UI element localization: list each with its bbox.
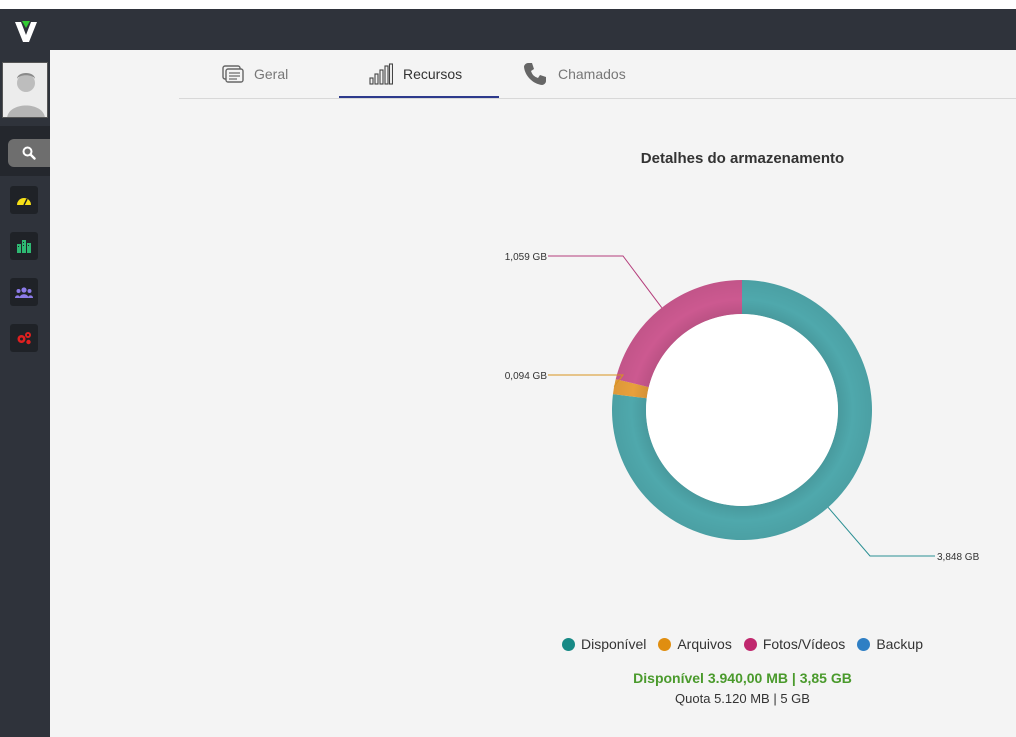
legend-dot <box>857 637 871 651</box>
legend-dot <box>743 637 757 651</box>
leader-line-disponivel <box>827 507 935 557</box>
storage-donut-chart: 3,848 GB 0,094 GB 1,059 GB <box>505 252 980 563</box>
leader-line-arquivos <box>548 374 625 387</box>
legend-label: Arquivos <box>677 636 732 652</box>
donut-hole <box>646 314 838 506</box>
data-label-disponivel: 3,848 GB <box>937 552 980 563</box>
legend-item-fotos-videos[interactable]: Fotos/Vídeos <box>743 636 846 652</box>
legend-label: Disponível <box>580 636 647 652</box>
chart-legend: Disponível Arquivos Fotos/Vídeos Backup <box>520 636 965 652</box>
data-label-arquivos: 0,094 GB <box>505 371 548 382</box>
data-label-fotos-videos: 1,059 GB <box>505 252 548 263</box>
legend-label: Backup <box>876 636 924 652</box>
legend-dot <box>561 637 575 651</box>
available-storage-text: Disponível 3.940,00 MB | 3,85 GB <box>633 670 852 686</box>
legend-item-arquivos[interactable]: Arquivos <box>658 636 732 652</box>
leader-line-fotos-videos <box>548 255 663 309</box>
legend-item-disponivel[interactable]: Disponível <box>561 636 647 652</box>
legend-label: Fotos/Vídeos <box>762 636 846 652</box>
legend-dot <box>658 637 672 651</box>
legend-item-backup[interactable]: Backup <box>857 636 923 652</box>
quota-text: Quota 5.120 MB | 5 GB <box>675 691 810 706</box>
